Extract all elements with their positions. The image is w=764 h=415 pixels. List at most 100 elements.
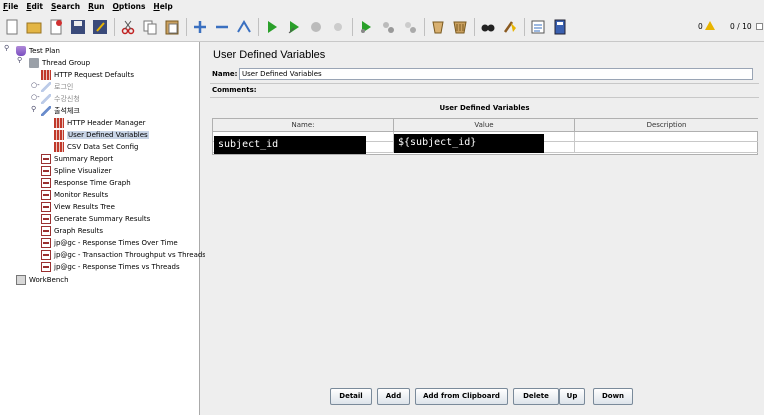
up-button[interactable]: Up xyxy=(559,388,585,405)
tree-item-sampler-1[interactable]: 로그인 xyxy=(41,81,73,93)
paste-icon[interactable] xyxy=(162,17,182,37)
tree-item-thread-group[interactable]: Thread Group xyxy=(29,57,90,69)
config-element-icon xyxy=(54,142,64,152)
sampler-icon xyxy=(41,94,51,104)
sampler-icon xyxy=(41,82,51,92)
listener-icon xyxy=(41,238,51,248)
tree-item-listener[interactable]: jp@gc - Response Times vs Threads xyxy=(41,261,180,273)
remote-start-icon[interactable] xyxy=(356,17,376,37)
tree-item-user-defined-variables[interactable]: User Defined Variables xyxy=(54,129,149,141)
menu-edit[interactable]: Edit xyxy=(26,2,43,11)
tree-item-test-plan[interactable]: Test Plan xyxy=(16,45,60,57)
tree-item-listener[interactable]: Summary Report xyxy=(41,153,113,165)
divider xyxy=(210,83,759,84)
expand-icon[interactable] xyxy=(190,17,210,37)
tree-item-header-manager[interactable]: HTTP Header Manager xyxy=(54,117,146,129)
table-cell-description[interactable] xyxy=(575,142,758,153)
menu-bar: File Edit Search Run Options Help xyxy=(0,0,764,13)
config-element-icon xyxy=(41,70,51,80)
listener-icon xyxy=(41,250,51,260)
menu-options[interactable]: Options xyxy=(113,2,146,11)
tree-item-workbench[interactable]: WorkBench xyxy=(16,274,69,286)
log-toggle-checkbox[interactable] xyxy=(756,23,763,30)
variable-value-cell[interactable]: ${subject_id} xyxy=(394,134,544,153)
collapse-handle[interactable]: ⚲ xyxy=(4,44,9,52)
tree-item-listener[interactable]: jp@gc - Transaction Throughput vs Thread… xyxy=(41,249,206,261)
reset-search-icon[interactable] xyxy=(500,17,520,37)
down-button[interactable]: Down xyxy=(593,388,633,405)
tree-item-listener[interactable]: Spline Visualizer xyxy=(41,165,111,177)
column-header-description[interactable]: Description xyxy=(575,119,758,132)
name-field[interactable]: User Defined Variables xyxy=(239,68,753,80)
clear-icon[interactable] xyxy=(428,17,448,37)
stop-icon[interactable] xyxy=(306,17,326,37)
tree-item-listener[interactable]: jp@gc - Response Times Over Time xyxy=(41,237,178,249)
warning-icon xyxy=(705,21,715,30)
expand-handle[interactable]: ○- xyxy=(31,81,40,89)
search-icon[interactable] xyxy=(478,17,498,37)
menu-file[interactable]: File xyxy=(3,2,18,11)
table-cell[interactable] xyxy=(575,132,758,142)
collapse-handle[interactable]: ⚲ xyxy=(31,105,36,113)
tree-item-csv-data-set[interactable]: CSV Data Set Config xyxy=(54,141,138,153)
listener-icon xyxy=(41,214,51,224)
delete-button[interactable]: Delete xyxy=(513,388,559,405)
start-icon[interactable] xyxy=(262,17,282,37)
config-element-icon xyxy=(54,118,64,128)
open-template-icon[interactable] xyxy=(46,17,66,37)
help-icon[interactable] xyxy=(550,17,570,37)
name-label: Name: xyxy=(212,70,238,78)
function-helper-icon[interactable] xyxy=(528,17,548,37)
toolbar: 0 0 / 10 xyxy=(0,13,764,42)
test-plan-icon xyxy=(16,46,26,56)
listener-icon xyxy=(41,190,51,200)
add-button[interactable]: Add xyxy=(377,388,410,405)
clear-all-icon[interactable] xyxy=(450,17,470,37)
listener-icon xyxy=(41,166,51,176)
tree-item-listener[interactable]: View Results Tree xyxy=(41,201,115,213)
table-caption: User Defined Variables xyxy=(439,104,530,112)
remote-stop-icon[interactable] xyxy=(378,17,398,37)
menu-run[interactable]: Run xyxy=(88,2,104,11)
column-header-name[interactable]: Name: xyxy=(213,119,394,132)
remote-shutdown-icon[interactable] xyxy=(400,17,420,37)
start-no-pause-icon[interactable] xyxy=(284,17,304,37)
shutdown-icon[interactable] xyxy=(328,17,348,37)
tree-item-http-defaults[interactable]: HTTP Request Defaults xyxy=(41,69,134,81)
copy-icon[interactable] xyxy=(140,17,160,37)
tree-item-sampler-3[interactable]: 출석체크 xyxy=(41,105,80,117)
workbench-icon xyxy=(16,275,26,285)
test-plan-tree: ⚲ Test Plan ⚲ Thread Group HTTP Request … xyxy=(0,42,206,415)
config-element-icon xyxy=(54,130,64,140)
detail-button[interactable]: Detail xyxy=(330,388,372,405)
tree-item-sampler-2[interactable]: 수강신청 xyxy=(41,93,80,105)
toggle-icon[interactable] xyxy=(234,17,254,37)
listener-icon xyxy=(41,226,51,236)
column-header-value[interactable]: Value xyxy=(394,119,575,132)
collapse-icon[interactable] xyxy=(212,17,232,37)
element-panel: User Defined Variables Name: User Define… xyxy=(205,42,764,415)
divider xyxy=(210,97,759,98)
new-icon[interactable] xyxy=(2,17,22,37)
thread-count: 0 / 10 xyxy=(730,22,752,31)
cut-icon[interactable] xyxy=(118,17,138,37)
thread-group-icon xyxy=(29,58,39,68)
comments-label: Comments: xyxy=(212,86,257,94)
panel-title: User Defined Variables xyxy=(213,49,326,61)
add-from-clipboard-button[interactable]: Add from Clipboard xyxy=(415,388,508,405)
variable-name-cell[interactable]: subject_id xyxy=(214,136,366,154)
open-folder-icon[interactable] xyxy=(24,17,44,37)
tree-item-listener[interactable]: Graph Results xyxy=(41,225,103,237)
save-icon[interactable] xyxy=(68,17,88,37)
expand-handle[interactable]: ○- xyxy=(31,93,40,101)
save-as-icon[interactable] xyxy=(90,17,110,37)
collapse-handle[interactable]: ⚲ xyxy=(17,56,22,64)
menu-help[interactable]: Help xyxy=(153,2,172,11)
tree-item-listener[interactable]: Monitor Results xyxy=(41,189,108,201)
tree-item-listener[interactable]: Generate Summary Results xyxy=(41,213,150,225)
tree-item-listener[interactable]: Response Time Graph xyxy=(41,177,131,189)
menu-search[interactable]: Search xyxy=(51,2,80,11)
listener-icon xyxy=(41,202,51,212)
listener-icon xyxy=(41,154,51,164)
sampler-icon xyxy=(41,106,51,116)
